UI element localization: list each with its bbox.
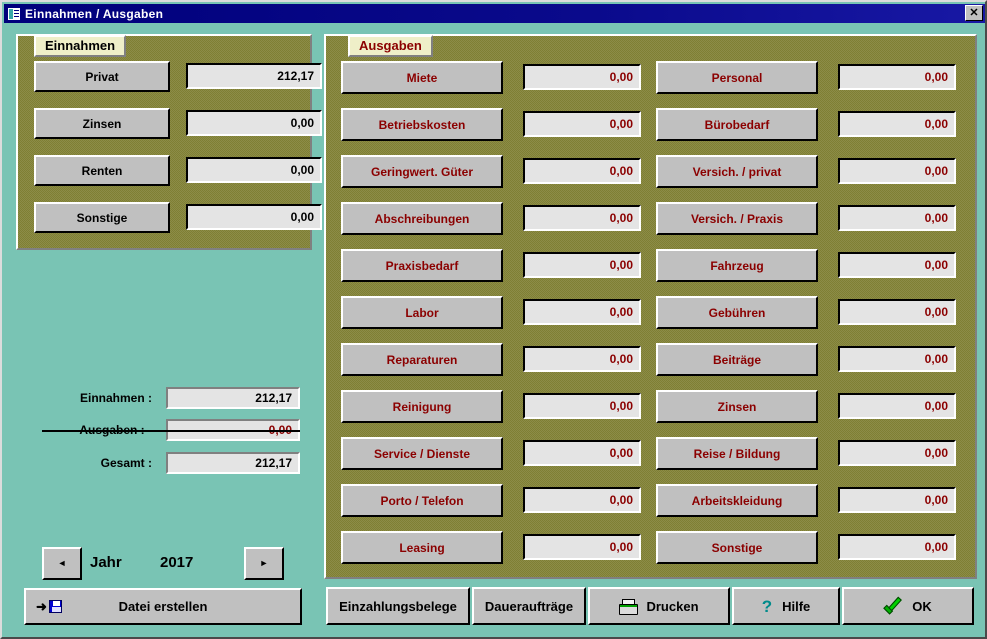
year-next-button[interactable]: ► [244, 547, 284, 580]
category-amount-field[interactable]: 0,00 [523, 534, 641, 560]
category-amount-field[interactable]: 0,00 [838, 158, 956, 184]
category-button[interactable]: Versich. / Praxis [656, 202, 818, 235]
close-icon[interactable]: ✕ [965, 5, 983, 21]
category-amount-field[interactable]: 0,00 [523, 440, 641, 466]
summary-income-value: 212,17 [166, 387, 300, 409]
category-button[interactable]: Sonstige [656, 531, 818, 564]
category-amount-field[interactable]: 0,00 [523, 158, 641, 184]
einzahlungsbelege-label: Einzahlungsbelege [339, 599, 457, 614]
window-title: Einnahmen / Ausgaben [25, 7, 163, 21]
category-amount-field[interactable]: 0,00 [838, 534, 956, 560]
category-amount-field[interactable]: 0,00 [838, 205, 956, 231]
category-button[interactable]: Beiträge [656, 343, 818, 376]
help-label: Hilfe [782, 599, 810, 614]
category-amount-field[interactable]: 0,00 [523, 111, 641, 137]
category-button[interactable]: Miete [341, 61, 503, 94]
category-button[interactable]: Labor [341, 296, 503, 329]
category-amount-field[interactable]: 0,00 [838, 64, 956, 90]
print-label: Drucken [646, 599, 698, 614]
form-list-icon [7, 7, 21, 21]
category-amount-field[interactable]: 0,00 [523, 205, 641, 231]
category-button[interactable]: Privat [34, 61, 170, 92]
category-amount-field[interactable]: 0,00 [186, 110, 322, 136]
category-amount-field[interactable]: 0,00 [838, 440, 956, 466]
category-button[interactable]: Personal [656, 61, 818, 94]
ok-button[interactable]: OK [842, 587, 974, 625]
category-button[interactable]: Geringwert. Güter [341, 155, 503, 188]
category-amount-field[interactable]: 0,00 [186, 204, 322, 230]
create-file-label: Datei erstellen [72, 599, 300, 614]
category-amount-field[interactable]: 0,00 [523, 487, 641, 513]
category-button[interactable]: Zinsen [656, 390, 818, 423]
year-value: 2017 [160, 554, 240, 571]
category-button[interactable]: Leasing [341, 531, 503, 564]
category-amount-field[interactable]: 0,00 [838, 393, 956, 419]
category-button[interactable]: Arbeitskleidung [656, 484, 818, 517]
category-amount-field[interactable]: 0,00 [523, 393, 641, 419]
category-amount-field[interactable]: 0,00 [523, 64, 641, 90]
title-bar: Einnahmen / Ausgaben ✕ [4, 4, 985, 23]
summary-divider [42, 430, 300, 432]
category-button[interactable]: Bürobedarf [656, 108, 818, 141]
category-amount-field[interactable]: 0,00 [523, 252, 641, 278]
summary-total-label: Gesamt : [30, 456, 152, 470]
category-button[interactable]: Betriebskosten [341, 108, 503, 141]
create-file-button[interactable]: ➜ Datei erstellen [24, 588, 302, 625]
application-window: Einnahmen / Ausgaben ✕ Einnahmen Privat 2… [0, 0, 987, 639]
category-amount-field[interactable]: 0,00 [838, 111, 956, 137]
dauerauftraege-label: Daueraufträge [485, 599, 573, 614]
category-button[interactable]: Renten [34, 155, 170, 186]
category-amount-field[interactable]: 0,00 [523, 346, 641, 372]
category-amount-field[interactable]: 212,17 [186, 63, 322, 89]
category-amount-field[interactable]: 0,00 [838, 252, 956, 278]
chevron-right-icon: ► [260, 559, 269, 568]
floppy-disk-icon [49, 600, 62, 613]
chevron-left-icon: ◄ [58, 559, 67, 568]
year-label: Jahr [90, 554, 150, 571]
income-panel-legend: Einnahmen [34, 35, 126, 57]
printer-icon [619, 599, 636, 613]
category-button[interactable]: Zinsen [34, 108, 170, 139]
dauerauftraege-button[interactable]: Daueraufträge [472, 587, 586, 625]
category-button[interactable]: Reise / Bildung [656, 437, 818, 470]
question-mark-icon: ? [762, 598, 772, 615]
ok-label: OK [912, 599, 932, 614]
category-button[interactable]: Reinigung [341, 390, 503, 423]
category-button[interactable]: Praxisbedarf [341, 249, 503, 282]
print-button[interactable]: Drucken [588, 587, 730, 625]
category-amount-field[interactable]: 0,00 [523, 299, 641, 325]
help-button[interactable]: ? Hilfe [732, 587, 840, 625]
arrow-right-icon: ➜ [36, 600, 47, 613]
category-button[interactable]: Abschreibungen [341, 202, 503, 235]
category-amount-field[interactable]: 0,00 [838, 487, 956, 513]
expenses-panel-legend: Ausgaben [348, 35, 433, 57]
category-button[interactable]: Sonstige [34, 202, 170, 233]
category-button[interactable]: Versich. / privat [656, 155, 818, 188]
category-button[interactable]: Reparaturen [341, 343, 503, 376]
summary-total-value: 212,17 [166, 452, 300, 474]
category-amount-field[interactable]: 0,00 [838, 346, 956, 372]
category-button[interactable]: Porto / Telefon [341, 484, 503, 517]
save-floppy-icon: ➜ [26, 600, 72, 613]
category-button[interactable]: Fahrzeug [656, 249, 818, 282]
category-button[interactable]: Service / Dienste [341, 437, 503, 470]
summary-income-label: Einnahmen : [30, 391, 152, 405]
green-check-icon [884, 599, 902, 613]
year-previous-button[interactable]: ◄ [42, 547, 82, 580]
category-amount-field[interactable]: 0,00 [186, 157, 322, 183]
category-button[interactable]: Gebühren [656, 296, 818, 329]
category-amount-field[interactable]: 0,00 [838, 299, 956, 325]
einzahlungsbelege-button[interactable]: Einzahlungsbelege [326, 587, 470, 625]
